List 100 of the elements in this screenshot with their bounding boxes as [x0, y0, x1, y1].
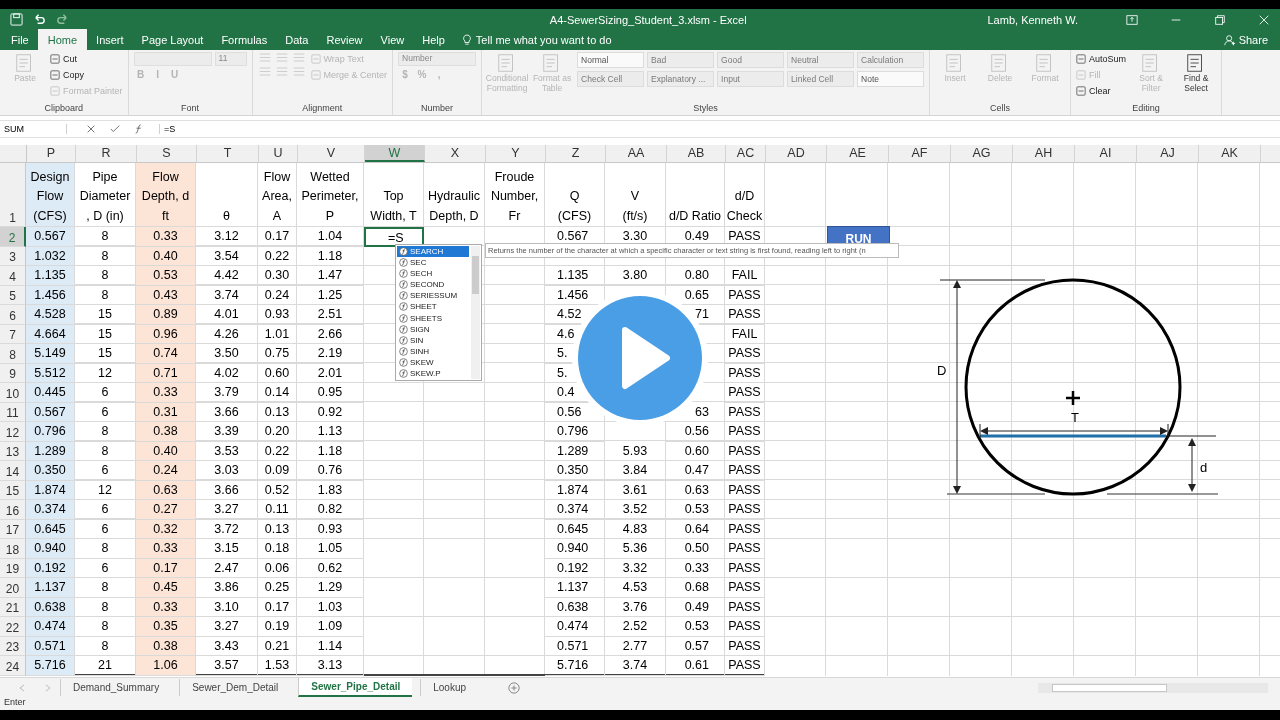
table-cell: 0.89 — [136, 305, 196, 325]
column-header[interactable]: AI — [1075, 145, 1137, 162]
sheet-tab[interactable]: Lookup — [420, 679, 479, 696]
save-icon[interactable] — [10, 13, 23, 26]
sheet-tab[interactable]: Sewer_Dem_Detail — [179, 679, 291, 696]
function-suggestion[interactable]: SEC — [397, 257, 469, 269]
function-icon[interactable] — [134, 124, 144, 134]
column-header[interactable]: Y — [486, 145, 546, 162]
row-header[interactable]: 21 — [0, 597, 26, 617]
row-header[interactable]: 5 — [0, 285, 26, 305]
column-header[interactable]: Z — [546, 145, 606, 162]
function-suggestion[interactable]: SEARCH — [397, 246, 469, 258]
column-header[interactable]: AG — [951, 145, 1013, 162]
column-header[interactable]: AD — [766, 145, 827, 162]
function-suggestion[interactable]: SHEET — [397, 301, 469, 313]
row-header[interactable]: 10 — [0, 383, 26, 403]
row-header[interactable]: 3 — [0, 246, 26, 266]
function-suggestion[interactable]: SHEETS — [397, 312, 469, 324]
share-button[interactable]: Share — [1223, 34, 1268, 50]
column-header[interactable]: P — [27, 145, 76, 162]
sheet-tab[interactable]: Sewer_Pipe_Detail — [298, 678, 413, 697]
ribbon-display-icon[interactable] — [1126, 13, 1138, 26]
tool-icon — [1076, 85, 1087, 96]
row-header[interactable]: 7 — [0, 324, 26, 344]
menu-tab[interactable]: File — [2, 31, 38, 50]
function-suggestion[interactable]: SECOND — [397, 279, 469, 291]
table-cell: 2.47 — [196, 558, 258, 578]
scrollbar[interactable] — [471, 246, 480, 379]
column-header[interactable]: AF — [889, 145, 951, 162]
column-header[interactable]: AK — [1199, 145, 1261, 162]
column-header[interactable]: X — [425, 145, 486, 162]
row-header[interactable]: 23 — [0, 636, 26, 656]
row-header[interactable]: 11 — [0, 402, 26, 422]
table-cell: 0.567 — [26, 402, 75, 422]
sheet-tab[interactable]: Demand_Summary — [60, 679, 172, 696]
function-suggestion[interactable]: SIN — [397, 334, 469, 346]
sheet-scroll-right-icon[interactable] — [44, 683, 52, 692]
row-header[interactable]: 4 — [0, 266, 26, 286]
check-icon[interactable] — [110, 124, 120, 134]
column-header[interactable]: AA — [606, 145, 667, 162]
row-header[interactable]: 17 — [0, 519, 26, 539]
row-header[interactable]: 2 — [0, 227, 26, 247]
menu-tab[interactable]: Review — [317, 31, 372, 50]
row-header[interactable]: 9 — [0, 363, 26, 383]
function-suggestion[interactable]: SERIESSUM — [397, 290, 469, 302]
menu-tab[interactable]: Formulas — [212, 31, 277, 50]
ribbon-button[interactable]: Cut — [50, 52, 77, 65]
row-header[interactable]: 6 — [0, 305, 26, 325]
function-suggestion[interactable]: SKEW — [397, 356, 469, 368]
row-header[interactable]: 22 — [0, 617, 26, 637]
ribbon-button[interactable]: Find & Select — [1176, 52, 1217, 94]
column-header[interactable]: AJ — [1137, 145, 1199, 162]
ribbon-button[interactable]: Clear — [1076, 84, 1111, 97]
table-cell: 0.17 — [136, 558, 196, 578]
row-header[interactable]: 18 — [0, 539, 26, 559]
row-header[interactable]: 20 — [0, 578, 26, 598]
name-box[interactable]: SUM — [0, 124, 67, 134]
column-header[interactable]: AC — [726, 145, 766, 162]
row-header[interactable]: 13 — [0, 441, 26, 461]
row-header[interactable]: 19 — [0, 558, 26, 578]
cancel-icon[interactable] — [86, 124, 96, 134]
ribbon-button[interactable]: AutoSum — [1076, 52, 1127, 65]
menu-tab[interactable]: View — [371, 31, 414, 50]
function-suggestion[interactable]: SIGN — [397, 323, 469, 335]
redo-icon[interactable] — [56, 13, 69, 26]
function-suggestion[interactable]: SINH — [397, 345, 469, 357]
header-cell: Top Width, T — [364, 163, 424, 227]
formula-field[interactable]: =S — [159, 124, 1280, 134]
row-header[interactable]: 15 — [0, 480, 26, 500]
column-header[interactable]: AH — [1013, 145, 1075, 162]
menu-tab[interactable]: Page Layout — [132, 31, 213, 50]
close-icon[interactable] — [1258, 13, 1270, 26]
column-header[interactable]: R — [76, 145, 137, 162]
column-header[interactable]: T — [197, 145, 259, 162]
row-header[interactable]: 24 — [0, 656, 26, 676]
restore-icon[interactable] — [1214, 13, 1226, 26]
column-header[interactable]: AB — [667, 145, 726, 162]
menu-tab[interactable]: Insert — [87, 31, 133, 50]
function-suggestion[interactable]: SKEW.P — [397, 367, 469, 379]
row-header[interactable]: 8 — [0, 344, 26, 364]
column-header[interactable]: U — [259, 145, 298, 162]
sheet-scroll-left-icon[interactable] — [18, 683, 26, 692]
column-header[interactable]: S — [137, 145, 197, 162]
menu-tab[interactable]: Home — [37, 29, 88, 50]
add-sheet-icon[interactable] — [508, 681, 521, 694]
undo-icon[interactable] — [33, 13, 46, 26]
row-header[interactable]: 14 — [0, 461, 26, 481]
ribbon-button[interactable]: Copy — [50, 68, 84, 81]
row-header[interactable]: 16 — [0, 500, 26, 520]
menu-tab[interactable]: Data — [276, 31, 318, 50]
horizontal-scrollbar[interactable] — [1038, 682, 1268, 693]
column-header[interactable]: AE — [827, 145, 889, 162]
row-header[interactable]: 12 — [0, 422, 26, 442]
menu-tab[interactable]: Help — [413, 31, 454, 50]
tell-me-field[interactable]: Tell me what you want to do — [475, 34, 612, 50]
cell-style[interactable]: Normal — [577, 52, 645, 68]
column-header[interactable]: W — [365, 145, 425, 162]
cell-style[interactable]: Note — [857, 71, 925, 87]
function-suggestion[interactable]: SECH — [397, 268, 469, 280]
row-header[interactable]: 1 — [0, 163, 26, 227]
